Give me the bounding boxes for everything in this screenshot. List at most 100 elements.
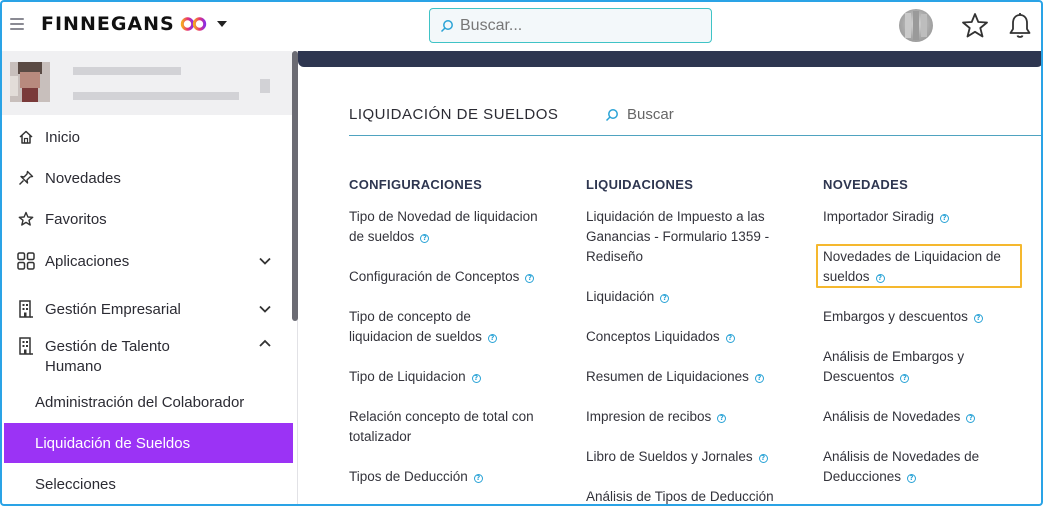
sidebar-item-aplicaciones[interactable]: Aplicaciones [0, 241, 292, 281]
menu-link-line: de sueldos [349, 229, 415, 244]
menu-link-line: Liquidación [586, 289, 655, 304]
menu-link[interactable]: Libro de Sueldos y Jornales? [586, 447, 768, 467]
menu-link-line: Resumen de Liquidaciones [586, 369, 749, 384]
global-search-input[interactable] [460, 16, 700, 35]
sidebar-subitem-selecciones[interactable]: Selecciones [0, 464, 292, 504]
star-icon[interactable] [961, 12, 989, 39]
section-divider [349, 135, 1043, 136]
sidebar-item-label-line1: Gestión de Talento [45, 338, 170, 355]
help-icon[interactable]: ? [966, 414, 976, 423]
menu-link-line: totalizador [349, 429, 412, 444]
menu-link-line: Embargos y descuentos [823, 309, 968, 324]
menu-link-line: Ganancias - Formulario 1359 - [586, 229, 770, 244]
menu-link-line: Tipo de Novedad de liquidacion [349, 209, 538, 224]
chevron-up-icon[interactable] [258, 339, 272, 348]
menu-link[interactable]: Tipo de Liquidacion? [349, 367, 481, 387]
menu-link[interactable]: Importador Siradig? [823, 207, 950, 227]
menu-link[interactable]: Resumen de Liquidaciones? [586, 367, 764, 387]
menu-link[interactable]: Análisis de Novedades? [823, 407, 976, 427]
help-icon[interactable]: ? [420, 234, 430, 243]
bell-icon[interactable] [1008, 12, 1032, 40]
sidebar-item-label: Gestión Empresarial [45, 300, 181, 318]
menu-link-line: Tipo de Liquidacion [349, 369, 466, 384]
sidebar-item-favoritos[interactable]: Favoritos [0, 199, 292, 239]
menu-link[interactable]: Tipos de Deducción? [349, 467, 483, 487]
help-icon[interactable]: ? [754, 374, 764, 383]
building-icon [17, 300, 35, 318]
profile-avatar [10, 62, 50, 102]
star-icon [17, 210, 35, 228]
help-icon[interactable]: ? [907, 474, 917, 483]
sidebar-item-gestion-empresarial[interactable]: Gestión Empresarial [0, 289, 292, 329]
menu-link[interactable]: Tipo de concepto de liquidacion de sueld… [349, 307, 497, 347]
help-icon[interactable]: ? [940, 214, 950, 223]
menu-link[interactable]: Novedades de Liquidacion de sueldos? [823, 247, 1001, 287]
building-icon [17, 337, 35, 355]
help-icon[interactable]: ? [717, 414, 727, 423]
chevron-down-icon[interactable] [258, 257, 272, 266]
help-icon[interactable]: ? [973, 314, 983, 323]
help-icon[interactable]: ? [758, 454, 768, 463]
help-icon[interactable]: ? [471, 374, 481, 383]
menu-link-line: Análisis de Novedades [823, 409, 961, 424]
grid-icon [17, 252, 35, 270]
pin-icon [17, 169, 35, 187]
column-heading: CONFIGURACIONES [349, 177, 483, 192]
sidebar-subitem-label: Liquidación de Sueldos [35, 434, 191, 452]
search-icon [605, 108, 618, 121]
sidebar-item-label: Gestión de Talento Humano [45, 337, 170, 377]
sidebar-subitem-administracion-colaborador[interactable]: Administración del Colaborador [0, 382, 292, 422]
sidebar-subitem-liquidacion-sueldos[interactable]: Liquidación de Sueldos [4, 423, 293, 463]
global-search[interactable] [429, 8, 712, 43]
home-icon [17, 128, 35, 146]
menu-link-line: Descuentos [823, 369, 895, 384]
menu-link-line: Configuración de Conceptos [349, 269, 520, 284]
menu-link-line: Impresion de recibos [586, 409, 712, 424]
column-heading: NOVEDADES [823, 177, 909, 192]
menu-link[interactable]: Análisis de Novedades de Deducciones? [823, 447, 979, 487]
sidebar-item-label-line2: Humano [45, 358, 102, 375]
menu-link-line: Tipos de Deducción [349, 469, 468, 484]
help-icon[interactable]: ? [725, 334, 735, 343]
profile-card[interactable] [0, 51, 292, 115]
menu-link[interactable]: Tipo de Novedad de liquidacion de sueldo… [349, 207, 538, 247]
menu-link-line: liquidacion de sueldos [349, 329, 482, 344]
sidebar-item-gestion-talento-humano[interactable]: Gestión de Talento Humano [0, 333, 292, 379]
section-search-label: Buscar [627, 106, 674, 123]
menu-link[interactable]: Liquidación de Impuesto a las Ganancias … [586, 207, 769, 267]
help-icon[interactable]: ? [525, 274, 535, 283]
menu-link[interactable]: Análisis de Tipos de Deducción [586, 487, 774, 506]
help-icon[interactable]: ? [473, 474, 483, 483]
sidebar-scrollbar[interactable] [292, 51, 298, 321]
menu-icon[interactable] [10, 18, 24, 30]
brand-switcher[interactable]: FINNEGANS [41, 13, 227, 35]
sidebar-item-novedades[interactable]: Novedades [0, 158, 292, 198]
profile-name-blur [73, 67, 181, 75]
sidebar-item-label: Inicio [45, 128, 81, 146]
brand-name: FINNEGANS [41, 13, 175, 35]
main-panel: LIQUIDACIÓN DE SUELDOS Buscar CONFIGURAC… [298, 67, 1043, 506]
sidebar-subitem-label: Administración del Colaborador [35, 393, 245, 411]
menu-link[interactable]: Conceptos Liquidados? [586, 327, 735, 347]
chevron-down-icon[interactable] [258, 305, 272, 314]
sidebar-item-inicio[interactable]: Inicio [0, 117, 292, 157]
section-search[interactable]: Buscar [605, 106, 674, 123]
sidebar-subitem-label: Selecciones [35, 475, 116, 493]
menu-link[interactable]: Análisis de Embargos y Descuentos? [823, 347, 964, 387]
help-icon[interactable]: ? [875, 274, 885, 283]
help-icon[interactable]: ? [487, 334, 497, 343]
menu-link[interactable]: Configuración de Conceptos? [349, 267, 535, 287]
menu-link[interactable]: Liquidación? [586, 287, 670, 307]
profile-menu-blur [260, 79, 270, 93]
menu-link[interactable]: Relación concepto de total con totalizad… [349, 407, 534, 447]
menu-link-line: Análisis de Embargos y [823, 349, 965, 364]
menu-link-line: Análisis de Tipos de Deducción [586, 489, 774, 504]
help-icon[interactable]: ? [900, 374, 910, 383]
help-icon[interactable]: ? [660, 294, 670, 303]
menu-link[interactable]: Impresion de recibos? [586, 407, 727, 427]
menu-link[interactable]: Embargos y descuentos? [823, 307, 983, 327]
menu-link-line: Novedades de Liquidacion de [823, 249, 1001, 264]
user-avatar[interactable] [899, 9, 933, 42]
menu-link-line: Liquidación de Impuesto a las [586, 209, 765, 224]
sidebar-item-label: Favoritos [45, 210, 107, 228]
